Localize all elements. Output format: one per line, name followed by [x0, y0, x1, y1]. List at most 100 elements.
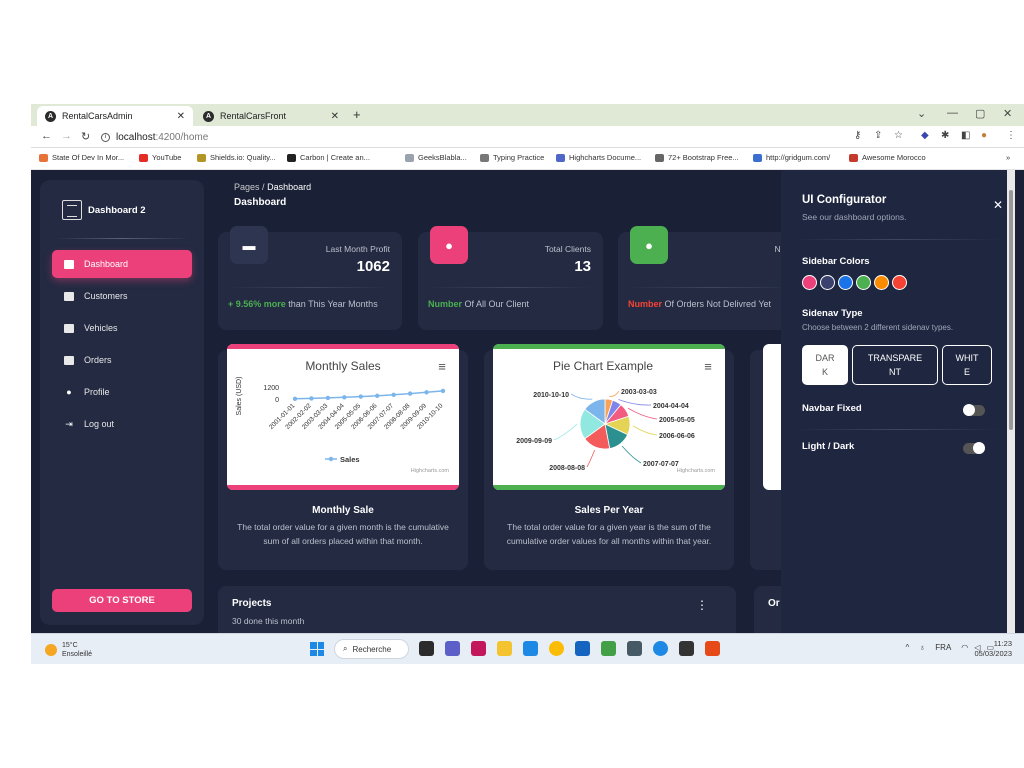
go-to-store-button[interactable]: GO TO STORE — [52, 589, 192, 612]
sidebar-item-label: Vehicles — [84, 323, 118, 333]
bookmark-item[interactable]: State Of Dev In Mor... — [39, 153, 124, 162]
brand-label: Dashboard 2 — [88, 204, 146, 216]
bookmark-item[interactable]: YouTube — [139, 153, 181, 162]
sidebar-item-label: Dashboard — [84, 259, 129, 269]
close-tab-icon[interactable]: ✕ — [177, 111, 185, 122]
url-field[interactable]: i localhost:4200/home — [101, 129, 208, 145]
sidenav-white-button[interactable]: WHIT E — [942, 345, 992, 385]
close-tab-icon[interactable]: ✕ — [331, 111, 339, 122]
file-explorer-icon[interactable] — [497, 641, 512, 656]
sidenav-transparent-button[interactable]: TRANSPARE NT — [852, 345, 938, 385]
sidepanel-icon[interactable]: ◧ — [961, 130, 970, 141]
minimize-icon[interactable]: — — [947, 107, 958, 119]
menu-icon[interactable]: ⋮ — [1006, 130, 1016, 141]
weather-label: Ensoleillé — [62, 651, 92, 658]
tab-rentalcarsfront[interactable]: A RentalCarsFront ✕ — [195, 106, 347, 126]
sidebar-item-customers[interactable]: Customers — [52, 282, 192, 310]
chevron-down-icon[interactable]: ⌄ — [917, 107, 926, 120]
wifi-icon[interactable]: ◠ — [961, 643, 968, 652]
sidebar-color-swatches — [802, 275, 910, 290]
scrollbar[interactable] — [1007, 170, 1015, 633]
sidebar-item-logout[interactable]: ⇥ Log out — [52, 410, 192, 438]
reload-icon[interactable]: ↻ — [81, 130, 90, 143]
sidenav-dark-button[interactable]: DAR K — [802, 345, 848, 385]
bookmark-item[interactable]: Awesome Morocco — [849, 153, 926, 162]
bookmark-item[interactable]: Shields.io: Quality... — [197, 153, 276, 162]
avatar[interactable]: ● — [981, 130, 987, 141]
bookmark-label: Highcharts Docume... — [569, 153, 642, 162]
chart-credits: Highcharts.com — [677, 468, 716, 474]
sidebar-item-orders[interactable]: Orders — [52, 346, 192, 374]
edge-icon[interactable] — [653, 641, 668, 656]
weather-widget[interactable]: 15°C Ensoleillé — [45, 641, 92, 659]
sidebar-color-swatch[interactable] — [838, 275, 853, 290]
chevron-up-icon[interactable]: ^ — [906, 643, 910, 652]
sidebar-item-vehicles[interactable]: Vehicles — [52, 314, 192, 342]
breadcrumb: Pages / Dashboard — [234, 182, 311, 192]
bookmark-item[interactable]: 72+ Bootstrap Free... — [655, 153, 739, 162]
stat-footer: Number Of Orders Not Delivred Yet — [628, 299, 771, 309]
microphone-icon[interactable]: ♁ — [919, 643, 925, 652]
more-bookmarks-icon[interactable]: » — [1006, 153, 1010, 162]
pie-connector — [621, 445, 642, 464]
sales-data-point — [391, 392, 396, 397]
bookmark-label: Typing Practice — [493, 153, 545, 162]
sidebar-item-profile[interactable]: ● Profile — [52, 378, 192, 406]
calculator-icon[interactable] — [627, 641, 642, 656]
intellij-icon[interactable] — [471, 641, 486, 656]
sidebar-item-label: Orders — [84, 355, 112, 365]
bookmark-item[interactable]: Typing Practice — [480, 153, 544, 162]
terminal-icon[interactable] — [679, 641, 694, 656]
sales-data-point — [358, 394, 363, 399]
more-vert-icon[interactable]: ⋮ — [696, 598, 708, 612]
close-icon[interactable]: ✕ — [993, 198, 1003, 212]
scrollbar-thumb[interactable] — [1009, 190, 1013, 430]
sales-data-point — [342, 395, 347, 400]
stat-footer-highlight: + 9.56% more — [228, 299, 286, 309]
bookmark-item[interactable]: GeeksBlabla... — [405, 153, 467, 162]
y-tick-label: 0 — [275, 397, 279, 404]
bookmark-item[interactable]: Highcharts Docume... — [556, 153, 641, 162]
browser-tab-bar: A RentalCarsAdmin ✕ A RentalCarsFront ✕ … — [31, 104, 1024, 126]
start-button[interactable] — [310, 642, 324, 656]
light-dark-toggle[interactable] — [963, 442, 985, 454]
sidebar-color-swatch[interactable] — [820, 275, 835, 290]
clock[interactable]: 11:23 05/03/2023 — [974, 639, 1012, 659]
language-indicator[interactable]: FRA — [935, 643, 951, 652]
chart-menu-icon: ≡ — [704, 359, 712, 374]
share-icon[interactable]: ⇪ — [874, 130, 882, 141]
tab-rentalcarsadmin[interactable]: A RentalCarsAdmin ✕ — [37, 106, 193, 126]
chrome-icon[interactable] — [549, 641, 564, 656]
taskbar-search[interactable]: ⌕ Recherche — [334, 639, 409, 659]
restore-icon[interactable]: ▢ — [975, 107, 985, 120]
sidebar-color-swatch[interactable] — [874, 275, 889, 290]
breadcrumb-root[interactable]: Pages — [234, 182, 260, 192]
sidebar-color-swatch[interactable] — [856, 275, 871, 290]
sidebar-color-swatch[interactable] — [892, 275, 907, 290]
close-window-icon[interactable]: ✕ — [1003, 107, 1012, 120]
app-icon[interactable] — [705, 641, 720, 656]
site-info-icon[interactable]: i — [101, 132, 110, 142]
puzzle-icon[interactable]: ✱ — [941, 130, 949, 141]
teams-icon[interactable] — [445, 641, 460, 656]
notepad-icon[interactable] — [575, 641, 590, 656]
pie-data-label: 2007-07-07 — [643, 461, 679, 468]
sidebar-item-label: Profile — [84, 387, 110, 397]
sidebar-item-dashboard[interactable]: Dashboard — [52, 250, 192, 278]
app-icon[interactable] — [601, 641, 616, 656]
tab-title: RentalCarsFront — [220, 111, 287, 121]
bookmark-item[interactable]: Carbon | Create an... — [287, 153, 370, 162]
vscode-icon[interactable] — [523, 641, 538, 656]
task-view-icon[interactable] — [419, 641, 434, 656]
extension-icon[interactable]: ◆ — [921, 130, 929, 141]
back-icon[interactable]: ← — [41, 130, 52, 142]
brand[interactable]: Dashboard 2 — [62, 200, 146, 220]
bookmark-item[interactable]: http://gridgum.com/ — [753, 153, 830, 162]
forward-icon[interactable]: → — [61, 130, 72, 142]
sidebar-color-swatch[interactable] — [802, 275, 817, 290]
navbar-fixed-toggle[interactable] — [963, 404, 985, 416]
key-icon[interactable]: ⚷ — [854, 130, 861, 141]
sales-data-point — [292, 396, 298, 401]
new-tab-icon[interactable]: + — [353, 107, 361, 122]
star-icon[interactable]: ☆ — [894, 130, 903, 141]
